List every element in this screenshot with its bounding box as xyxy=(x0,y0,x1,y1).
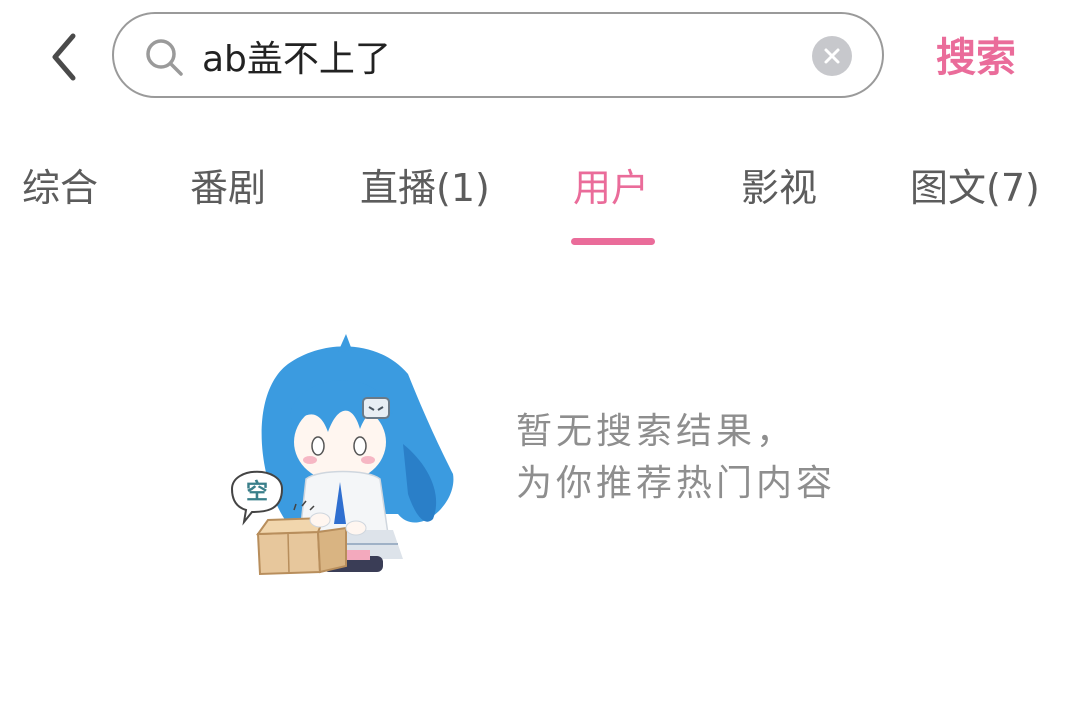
recommend-heading-fragment: ▁▂▁▂ ▁▂▂ ▂ xyxy=(200,692,520,711)
tab-anime[interactable]: 番剧 xyxy=(190,160,266,216)
tab-users[interactable]: 用户 xyxy=(573,160,649,216)
empty-mascot-illustration: 空 xyxy=(230,334,454,576)
tab-comprehensive[interactable]: 综合 xyxy=(22,160,98,216)
recommend-section-heading: ▁▂▁▂ ▁▂▂ ▂ xyxy=(200,692,520,711)
empty-message-line-1: 暂无搜索结果， xyxy=(516,411,797,452)
search-input[interactable] xyxy=(202,28,782,84)
active-tab-indicator xyxy=(571,238,655,245)
clear-x-icon xyxy=(824,48,840,64)
search-bar[interactable] xyxy=(112,12,884,98)
clear-search-button[interactable] xyxy=(812,36,852,76)
chevron-left-icon xyxy=(52,33,76,81)
tab-articles[interactable]: 图文(7) xyxy=(910,160,1040,216)
back-button[interactable] xyxy=(40,28,88,86)
empty-bubble-label: 空 xyxy=(246,479,268,505)
empty-message-line-2: 为你推荐热门内容 xyxy=(516,463,837,504)
empty-result-message: 暂无搜索结果， 为你推荐热门内容 xyxy=(516,406,936,510)
tab-live[interactable]: 直播(1) xyxy=(360,160,490,216)
tab-film[interactable]: 影视 xyxy=(741,160,817,216)
search-button[interactable]: 搜索 xyxy=(936,30,1032,86)
search-icon xyxy=(146,39,183,76)
search-results-page: 搜索 综合 番剧 直播(1) 用户 影视 图文(7) xyxy=(0,0,1080,711)
